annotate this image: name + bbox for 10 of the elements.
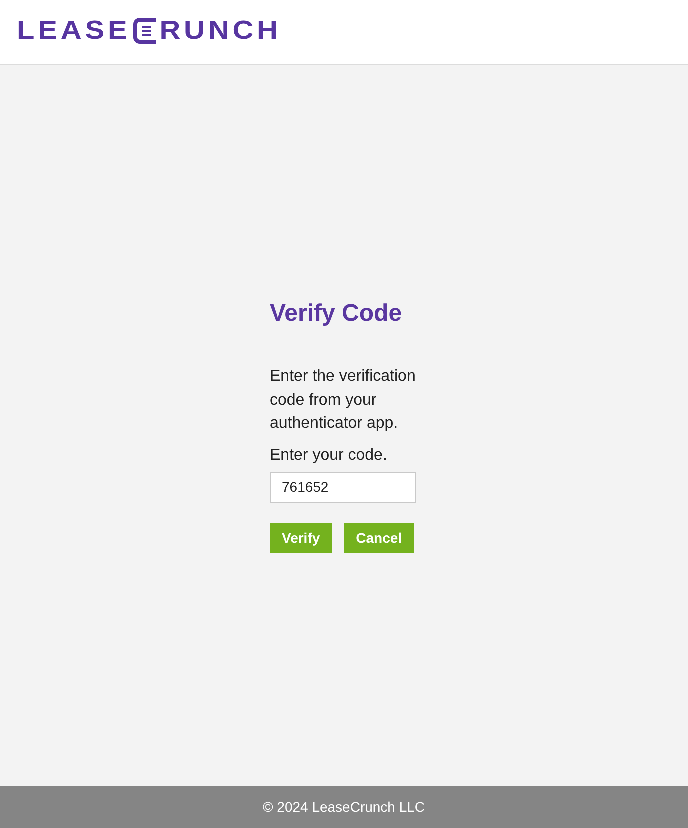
instructions-text: Enter the verification code from your authenticator app. <box>270 367 416 434</box>
code-label: Enter your code. <box>270 446 388 466</box>
logo-text: RUNCH <box>160 18 282 44</box>
page-title: Verify Code <box>270 300 402 328</box>
copyright-text: © 2024 LeaseCrunch LLC <box>262 799 426 815</box>
code-input-field[interactable]: 761652 <box>270 472 416 503</box>
cancel-button[interactable]: Cancel <box>344 522 414 553</box>
logo-text: LEASE <box>17 18 131 44</box>
logo-mark-icon <box>132 17 158 45</box>
verify-button[interactable]: Verify <box>270 522 332 553</box>
